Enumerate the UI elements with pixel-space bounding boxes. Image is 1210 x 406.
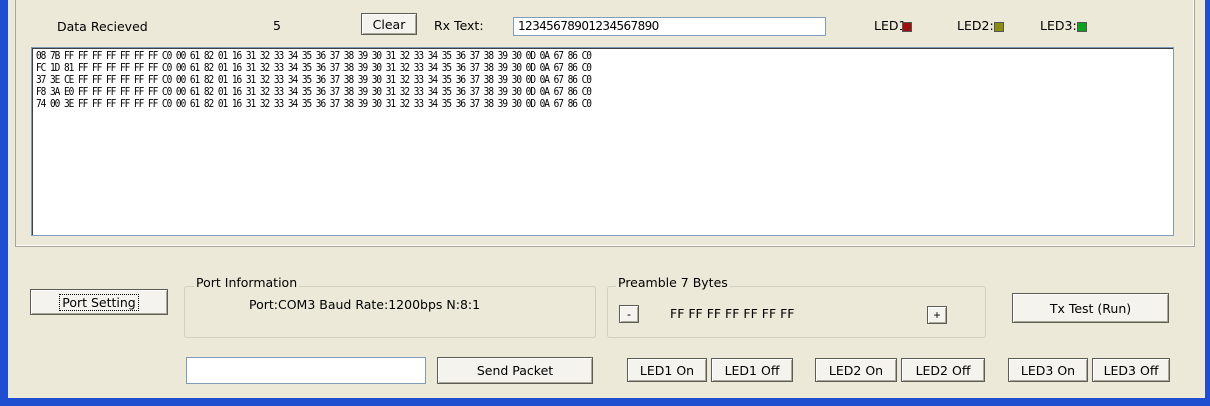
led3-off-button[interactable]: LED3 Off — [1092, 358, 1170, 382]
led3-on-button-label: LED3 On — [1020, 362, 1076, 378]
led1-on-button[interactable]: LED1 On — [627, 358, 707, 382]
rx-text-field[interactable]: 12345678901234567890 — [513, 17, 826, 36]
led3-on-button[interactable]: LED3 On — [1008, 358, 1088, 382]
clear-button[interactable]: Clear — [361, 13, 417, 35]
serial-monitor-window: Data Recieved 5 Clear Rx Text: 123456789… — [0, 0, 1205, 404]
clear-button-label: Clear — [372, 16, 406, 32]
window-frame-bottom — [0, 398, 1210, 406]
window-frame-right — [1205, 0, 1210, 398]
window-frame-left — [0, 0, 8, 398]
data-received-label: Data Recieved — [57, 19, 148, 34]
data-received-count: 5 — [273, 18, 281, 33]
led3-off-button-label: LED3 Off — [1103, 362, 1159, 378]
tx-test-button-label: Tx Test (Run) — [1049, 300, 1132, 316]
send-packet-input[interactable] — [186, 357, 426, 384]
led1-off-button[interactable]: LED1 Off — [711, 358, 793, 382]
led2-on-button[interactable]: LED2 On — [815, 358, 897, 382]
send-packet-button[interactable]: Send Packet — [437, 357, 593, 384]
led2-off-button[interactable]: LED2 Off — [901, 358, 985, 382]
preamble-title: Preamble 7 Bytes — [616, 275, 730, 290]
tx-test-button[interactable]: Tx Test (Run) — [1012, 293, 1169, 323]
led1-indicator — [902, 22, 912, 32]
led2-indicator — [994, 22, 1004, 32]
minus-icon: - — [627, 307, 631, 321]
plus-icon: + — [933, 308, 941, 322]
led3-label: LED3: — [1040, 18, 1077, 33]
led2-on-button-label: LED2 On — [828, 362, 884, 378]
port-information-title: Port Information — [194, 275, 300, 290]
port-setting-button[interactable]: Port Setting — [30, 289, 168, 315]
preamble-value: FF FF FF FF FF FF FF — [670, 306, 795, 321]
preamble-decrease-button[interactable]: - — [619, 305, 639, 323]
led3-indicator — [1077, 22, 1087, 32]
led2-label: LED2: — [957, 18, 994, 33]
rx-text-label: Rx Text: — [434, 18, 484, 33]
led2-off-button-label: LED2 Off — [915, 362, 971, 378]
hex-line: 74 00 3E FF FF FF FF FF FF C0 00 61 82 0… — [36, 97, 592, 110]
port-information-text: Port:COM3 Baud Rate:1200bps N:8:1 — [249, 297, 481, 312]
led1-on-button-label: LED1 On — [639, 362, 695, 378]
led1-off-button-label: LED1 Off — [724, 362, 780, 378]
preamble-increase-button[interactable]: + — [927, 306, 947, 324]
send-packet-button-label: Send Packet — [476, 363, 554, 378]
port-setting-button-label: Port Setting — [59, 293, 139, 311]
received-data-textarea[interactable]: 08 7B FF FF FF FF FF FF FF C0 00 61 82 0… — [31, 47, 1174, 236]
